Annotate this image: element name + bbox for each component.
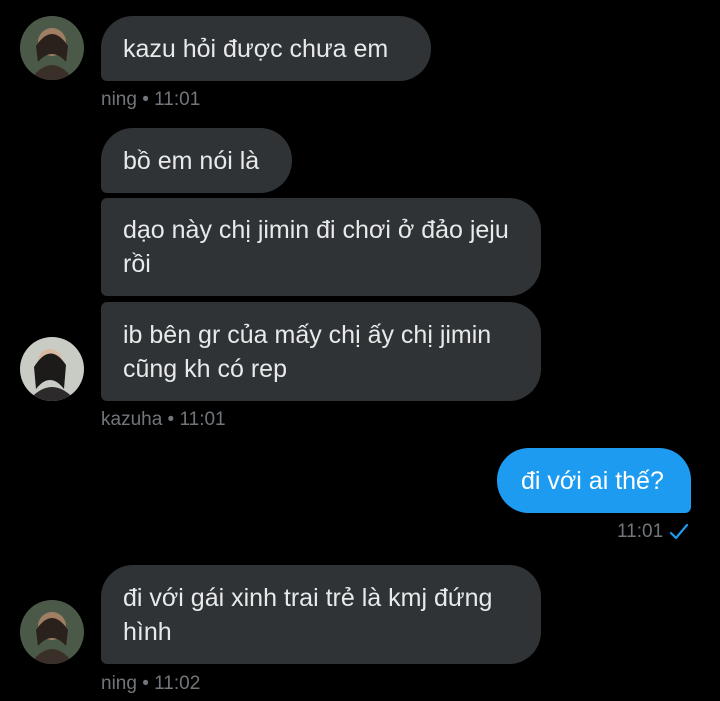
avatar-kazuha[interactable] (20, 337, 84, 401)
message-bubble-outgoing[interactable]: đi với ai thế? (497, 448, 691, 513)
message-bubble[interactable]: đi với gái xinh trai trẻ là kmj đứng hìn… (101, 565, 541, 664)
message-bubble[interactable]: bồ em nói là (101, 128, 292, 193)
avatar-ning[interactable] (20, 600, 84, 664)
avatar-kazuha-image (20, 337, 84, 401)
avatar-ning[interactable] (20, 16, 84, 80)
message-meta: ning • 11:02 (101, 673, 201, 694)
message-time: 11:01 (617, 521, 664, 542)
message-bubble[interactable]: ib bên gr của mấy chị ấy chị jimin cũng … (101, 302, 541, 401)
message-text: kazu hỏi được chưa em (123, 34, 389, 63)
message-text: đi với ai thế? (521, 466, 664, 495)
avatar-ning-image (20, 600, 84, 664)
message-meta: ning • 11:01 (101, 89, 201, 110)
message-meta: 11:01 (617, 521, 689, 543)
check-icon (670, 523, 689, 540)
message-bubble[interactable]: kazu hỏi được chưa em (101, 16, 431, 81)
message-text: bồ em nói là (123, 146, 260, 175)
message-bubble[interactable]: dạo này chị jimin đi chơi ở đảo jeju rồi (101, 198, 541, 296)
message-text: ib bên gr của mấy chị ấy chị jimin cũng … (123, 321, 492, 383)
message-text: dạo này chị jimin đi chơi ở đảo jeju rồi (123, 216, 509, 278)
avatar-ning-image (20, 16, 84, 80)
message-meta: kazuha • 11:01 (101, 409, 226, 430)
message-text: đi với gái xinh trai trẻ là kmj đứng hìn… (123, 584, 493, 646)
